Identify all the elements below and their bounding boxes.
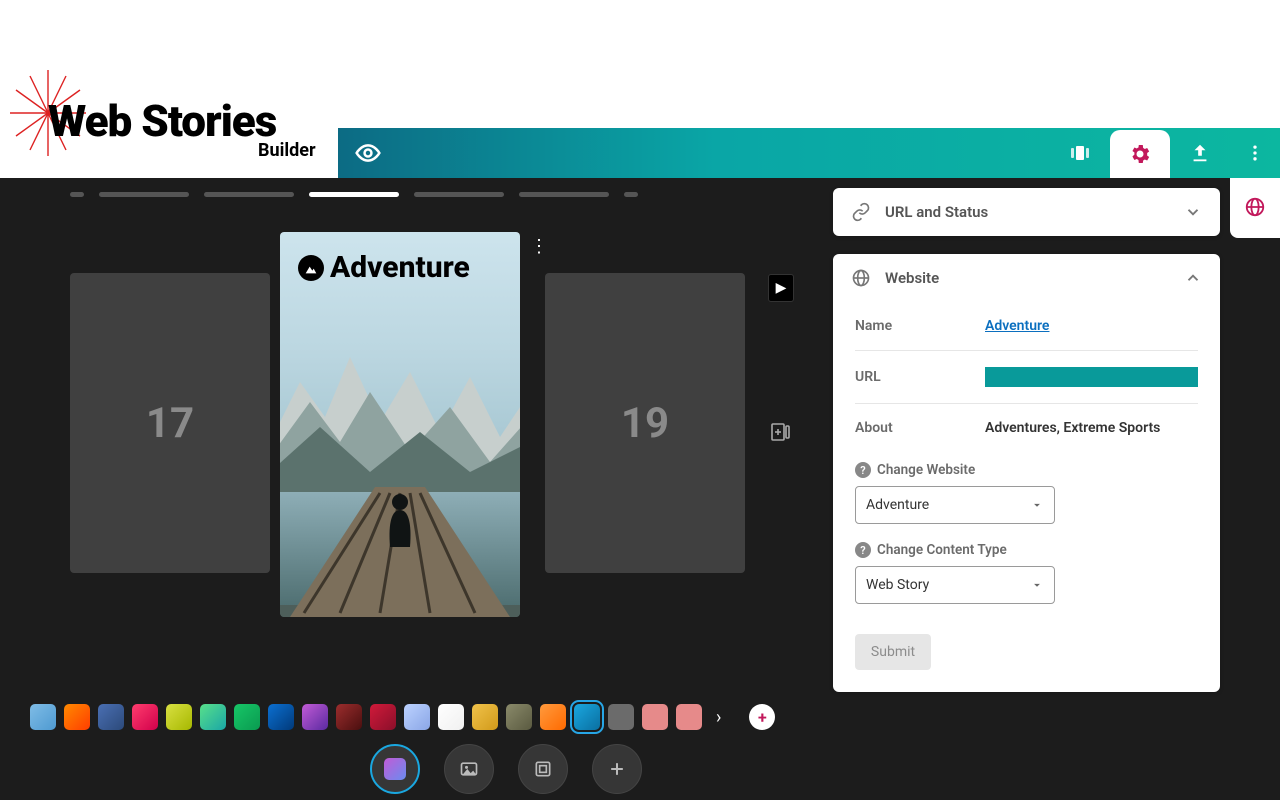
more-menu[interactable] [1230, 128, 1280, 178]
page-thumb-current[interactable]: Adventure [280, 232, 520, 617]
url-label: URL [855, 369, 985, 385]
globe-button[interactable] [1244, 196, 1266, 218]
swatch[interactable] [370, 704, 396, 730]
image-tool[interactable] [444, 744, 494, 794]
person-icon [384, 492, 416, 547]
story-brand: Adventure [298, 250, 470, 285]
chevron-down-icon [1184, 203, 1202, 221]
swatch-more[interactable]: › [716, 707, 721, 728]
background-tool[interactable] [370, 744, 420, 794]
swatch[interactable] [608, 704, 634, 730]
link-icon [851, 202, 871, 222]
chevron-up-icon [1184, 269, 1202, 287]
caret-down-icon [1030, 498, 1044, 512]
website-title: Website [885, 269, 1170, 287]
url-status-section[interactable]: URL and Status [833, 188, 1220, 236]
swatch[interactable] [676, 704, 702, 730]
change-content-label: ? Change Content Type [855, 542, 1198, 558]
about-label: About [855, 420, 985, 436]
app-logo: Web Stories Builder [8, 40, 338, 160]
preview-button[interactable] [338, 128, 398, 178]
help-icon[interactable]: ? [855, 542, 871, 558]
swatch[interactable] [132, 704, 158, 730]
url-value[interactable] [985, 367, 1198, 387]
swatch[interactable] [642, 704, 668, 730]
settings-panel: URL and Status Website Name Adventure UR… [823, 178, 1230, 800]
layout-tool[interactable] [518, 744, 568, 794]
page-timeline[interactable] [70, 192, 638, 197]
page-thumb-prev[interactable]: 17 [70, 273, 270, 573]
change-content-select[interactable]: Web Story [855, 566, 1055, 604]
swatch[interactable] [302, 704, 328, 730]
url-status-title: URL and Status [885, 203, 1170, 221]
change-website-label: ? Change Website [855, 462, 1198, 478]
submit-button[interactable]: Submit [855, 634, 931, 670]
swatch-add[interactable]: + [749, 704, 775, 730]
swatch[interactable] [472, 704, 498, 730]
swatch[interactable] [404, 704, 430, 730]
swatch[interactable] [540, 704, 566, 730]
page-options[interactable]: ⋮ [530, 236, 550, 257]
swatch[interactable] [30, 704, 56, 730]
page-thumb-next[interactable]: 19 [545, 273, 745, 573]
help-icon[interactable]: ? [855, 462, 871, 478]
swatch[interactable] [234, 704, 260, 730]
app-subtitle: Builder [258, 140, 316, 161]
swatch[interactable] [98, 704, 124, 730]
add-page-button[interactable] [768, 418, 794, 446]
swatch[interactable] [166, 704, 192, 730]
about-value: Adventures, Extreme Sports [985, 420, 1198, 436]
website-section-header[interactable]: Website [833, 254, 1220, 302]
color-swatches: ›+ [30, 699, 800, 735]
header-bar [338, 128, 1280, 178]
caret-down-icon [1030, 578, 1044, 592]
settings-tab[interactable] [1110, 130, 1170, 178]
upload-button[interactable] [1170, 128, 1230, 178]
app-title: Web Stories [48, 95, 276, 147]
swatch[interactable] [64, 704, 90, 730]
website-section: Website Name Adventure URL About Adventu… [833, 254, 1220, 692]
globe-icon [851, 268, 871, 288]
swatch[interactable] [506, 704, 532, 730]
swatch[interactable] [438, 704, 464, 730]
bottom-tools [370, 744, 642, 794]
add-element-tool[interactable] [592, 744, 642, 794]
next-page-button[interactable]: ▶ [768, 274, 794, 302]
name-value[interactable]: Adventure [985, 318, 1198, 334]
swatch[interactable] [200, 704, 226, 730]
carousel-tab[interactable] [1050, 128, 1110, 178]
swatch[interactable] [336, 704, 362, 730]
mountain-icon [280, 322, 520, 492]
right-rail [1230, 178, 1280, 238]
name-label: Name [855, 318, 985, 334]
swatch[interactable] [574, 704, 600, 730]
change-website-select[interactable]: Adventure [855, 486, 1055, 524]
swatch[interactable] [268, 704, 294, 730]
